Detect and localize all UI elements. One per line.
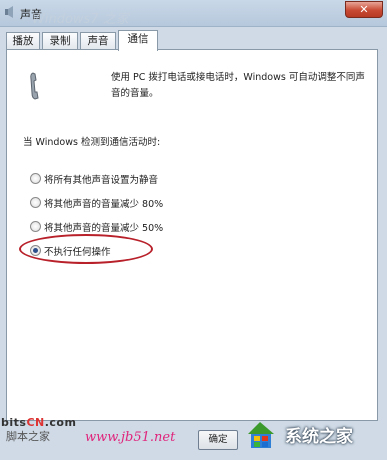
- tab-playback[interactable]: 播放: [6, 32, 40, 49]
- close-button[interactable]: ✕: [345, 1, 383, 18]
- watermark-top: Windows7 之家: [32, 12, 129, 27]
- option-label: 将其他声音的音量减少 50%: [44, 223, 164, 234]
- speaker-icon: [5, 6, 13, 18]
- windows-flag-icon: [248, 422, 274, 448]
- watermark-url: www.jb51.net: [85, 430, 176, 445]
- highlight-oval: [19, 234, 153, 264]
- description-text: 使用 PC 拨打电话或接电话时，Windows 可自动调整不同声音的音量。: [111, 72, 365, 99]
- radio-button[interactable]: [30, 173, 41, 184]
- watermark-jiaoben: 脚本之家: [6, 430, 50, 443]
- tab-recording[interactable]: 录制: [42, 32, 78, 49]
- radio-button[interactable]: [30, 221, 41, 232]
- section-label: 当 Windows 检测到通信活动时:: [23, 137, 161, 148]
- ok-button[interactable]: 确定: [198, 430, 238, 450]
- option-label: 将其他声音的音量减少 80%: [44, 199, 164, 210]
- option-label: 将所有其他声音设置为静音: [44, 175, 159, 186]
- watermark-brand: 系统之家: [285, 427, 353, 447]
- tab-sounds[interactable]: 声音: [80, 32, 116, 49]
- title-bar: 声音 Windows7 之家 ✕: [0, 0, 387, 27]
- phone-handset-icon: [30, 72, 39, 100]
- radio-button[interactable]: [30, 197, 41, 208]
- tab-communications[interactable]: 通信: [118, 30, 158, 51]
